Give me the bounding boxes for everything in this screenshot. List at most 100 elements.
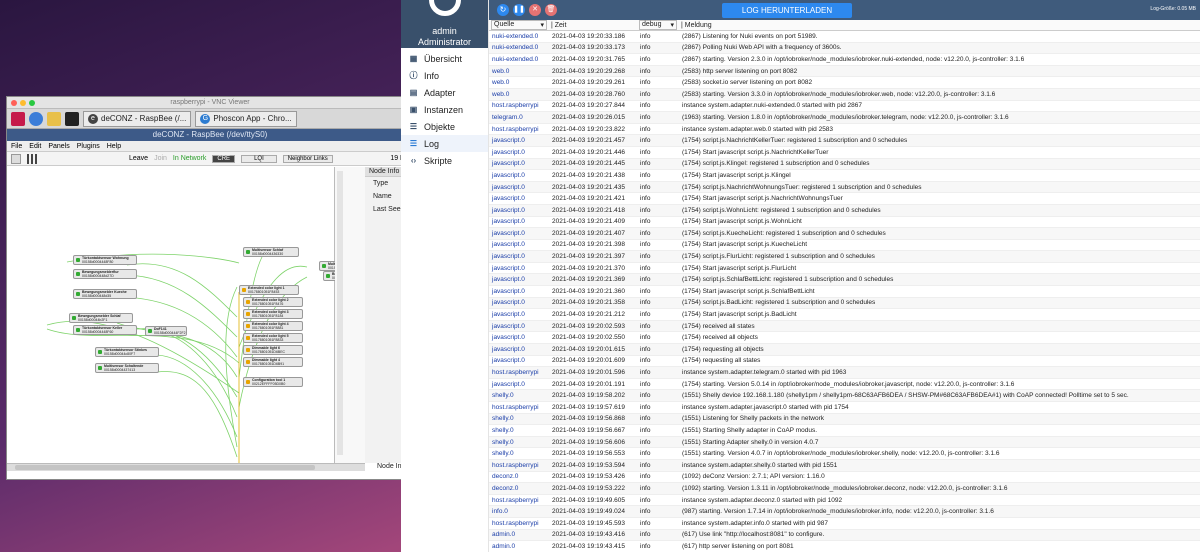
graph-node[interactable]: DoF141 00158d000444F2F2 (145, 326, 187, 336)
log-source: javascript.0 (489, 227, 549, 240)
graph-node[interactable]: Extended color light 1 00178801051F8453 (239, 285, 299, 295)
leave-button[interactable]: Leave (129, 155, 148, 162)
log-source: javascript.0 (489, 181, 549, 194)
table-row: javascript.0 2021-04-03 19:20:21.457 info(… (489, 134, 1200, 147)
table-row: javascript.0 2021-04-03 19:20:21.370 info(… (489, 262, 1200, 275)
graph-node[interactable]: Türkontaktsensor Stinkes 00158d00044c80F7 (95, 347, 159, 357)
graph-node[interactable]: Extended color light 3 00178801051F8184 (243, 309, 303, 319)
log-source: javascript.0 (489, 239, 549, 252)
table-row: javascript.0 2021-04-03 19:20:21.398 info(… (489, 239, 1200, 252)
menu-help[interactable]: Help (107, 143, 121, 150)
log-level: info (637, 459, 679, 472)
log-source: javascript.0 (489, 216, 549, 229)
task-phoscon[interactable]: G Phoscon App - Chro... (195, 110, 297, 127)
terminal-icon[interactable] (65, 111, 79, 126)
graph-node[interactable]: Türkontaktsensor Wohnung 00158d0004448F80 (73, 255, 137, 265)
menu-plugins[interactable]: Plugins (77, 143, 100, 150)
sidebar-item-skripte[interactable]: ‹› Skripte (401, 152, 488, 169)
log-table-container: Quelle ▾ | Zeit debug ▾ | Meldung nuki-e… (489, 20, 1200, 552)
log-message: (2867) Listening for Nuki events on port… (679, 30, 1200, 43)
sidebar-item-adapter[interactable]: ▤ Adapter (401, 84, 488, 101)
sidebar-item-uebersicht[interactable]: ▦ Übersicht (401, 50, 488, 67)
download-log-button[interactable]: LOG HERUNTERLADEN (722, 3, 852, 18)
log-source: host.raspberrypi (489, 401, 549, 414)
graph-node[interactable]: Extended color light 4 00178801051F8881 (243, 321, 303, 331)
join-button[interactable]: Join (154, 155, 167, 162)
minimize-window-button[interactable] (20, 100, 26, 106)
log-level: info (637, 76, 679, 89)
graph-node[interactable]: Multisensor Schlaf 00158d0004436330 (243, 247, 299, 257)
log-level: info (637, 192, 679, 205)
log-time: 2021-04-03 19:20:21.407 (549, 227, 637, 240)
network-graph[interactable]: Türkontaktsensor Wohnung 00158d0004448F80… (7, 167, 371, 463)
maximize-window-button[interactable] (29, 100, 35, 106)
signal-icon[interactable] (27, 153, 37, 164)
log-level: info (637, 447, 679, 460)
sidebar-item-info[interactable]: ⓘ Info (401, 67, 488, 84)
log-time: 2021-04-03 19:20:21.409 (549, 216, 637, 229)
sidebar-item-instanzen[interactable]: ▣ Instanzen (401, 101, 488, 118)
log-source: admin.0 (489, 529, 549, 542)
raspberry-icon[interactable] (11, 111, 25, 126)
folder-icon[interactable] (47, 111, 61, 126)
log-level: info (637, 505, 679, 518)
graph-node[interactable]: Bewegungsmelder Schlaf 00158d00044b2F1 (69, 313, 133, 323)
globe-icon[interactable] (29, 111, 43, 126)
log-level: info (637, 134, 679, 147)
sidebar-item-log[interactable]: ☰ Log (401, 135, 488, 152)
log-message: (1754) requesting all states (679, 355, 1200, 368)
delete-button[interactable]: 🗑 (545, 4, 557, 16)
log-message: (2583) socket.io server listening on por… (679, 76, 1200, 89)
log-time: 2021-04-03 19:20:23.822 (549, 123, 637, 136)
source-filter[interactable]: Quelle ▾ (489, 20, 549, 31)
log-message: (1754) Start javascript script.js.Schlaf… (679, 285, 1200, 298)
horizontal-scrollbar[interactable] (7, 463, 365, 471)
splitter[interactable] (335, 167, 365, 463)
log-message: (1754) script.js.KuecheLicht: registered… (679, 227, 1200, 240)
clear-button[interactable]: ✕ (529, 4, 541, 16)
log-message: (1754) Start javascript script.js.Kueche… (679, 239, 1200, 252)
graph-node[interactable]: Configuration tool 1 00212EFFFF05D0B0 (243, 377, 303, 387)
network-icon[interactable] (11, 153, 21, 164)
table-row: admin.0 2021-04-03 19:19:43.415 info (617) … (489, 540, 1200, 552)
cre-button[interactable]: CRE (212, 154, 236, 163)
menu-panels[interactable]: Panels (48, 143, 69, 150)
graph-node[interactable]: Bewegungsmelder Kueche 00158d000448d35 (73, 289, 137, 299)
graph-node[interactable]: Türkontaktsensor Keller 00158d0004448F60 (73, 325, 137, 335)
menu-edit[interactable]: Edit (29, 143, 41, 150)
log-message: instance system.adapter.javascript.0 sta… (679, 401, 1200, 414)
menu-file[interactable]: File (11, 143, 22, 150)
lqi-button[interactable]: LQI (241, 154, 277, 163)
table-row: javascript.0 2021-04-03 19:20:21.435 info(… (489, 181, 1200, 194)
log-time: 2021-04-03 19:20:21.358 (549, 297, 637, 310)
refresh-button[interactable]: ↻ (497, 4, 509, 16)
log-level: info (637, 250, 679, 263)
neighbor-links-button[interactable]: Neighbor Links (282, 154, 333, 163)
task-deconz[interactable]: e deCONZ - RaspBee (/... (83, 110, 192, 127)
table-row: web.0 2021-04-03 19:20:29.268 info (2583) h… (489, 65, 1200, 78)
graph-node[interactable]: Extended color light 5 00178801051F8833 (243, 333, 303, 343)
graph-node[interactable]: Dimmable light 4 00178801051D6B91 (243, 357, 303, 367)
close-window-button[interactable] (11, 100, 17, 106)
log-source: shelly.0 (489, 389, 549, 402)
log-source: javascript.0 (489, 169, 549, 182)
log-message: (1754) Start javascript script.js.Klinge… (679, 169, 1200, 182)
graph-node[interactable]: Multisensor Schaltende 00158d0004437413 (95, 363, 159, 373)
graph-node[interactable]: Dimmable light 6 00178801051D6BEC (243, 345, 303, 355)
table-row: host.raspberrypi 2021-04-03 19:20:27.844 i… (489, 100, 1200, 113)
log-message: (2867) starting. Version 2.3.0 in /opt/i… (679, 53, 1200, 66)
graph-node[interactable]: Extended color light 2 00178801051F8476 (243, 297, 303, 307)
log-level: info (637, 216, 679, 229)
vertical-scrollbar[interactable] (337, 171, 343, 455)
level-filter[interactable]: debug ▾ (637, 20, 679, 31)
graph-node[interactable]: Bewegungsmelderflur 00158d000448d27D (73, 269, 137, 279)
phoscon-icon: G (200, 113, 211, 124)
pause-button[interactable]: ❚❚ (513, 4, 525, 16)
sidebar-item-objekte[interactable]: ☰ Objekte (401, 118, 488, 135)
log-level: info (637, 53, 679, 66)
time-column[interactable]: | Zeit (549, 20, 637, 31)
instances-icon: ▣ (409, 105, 418, 114)
table-row: host.raspberrypi 2021-04-03 19:19:53.594 i… (489, 459, 1200, 472)
deconz-title-bar: deCONZ - RaspBee (/dev/ttyS0) (7, 129, 413, 141)
scroll-thumb[interactable] (15, 465, 315, 470)
